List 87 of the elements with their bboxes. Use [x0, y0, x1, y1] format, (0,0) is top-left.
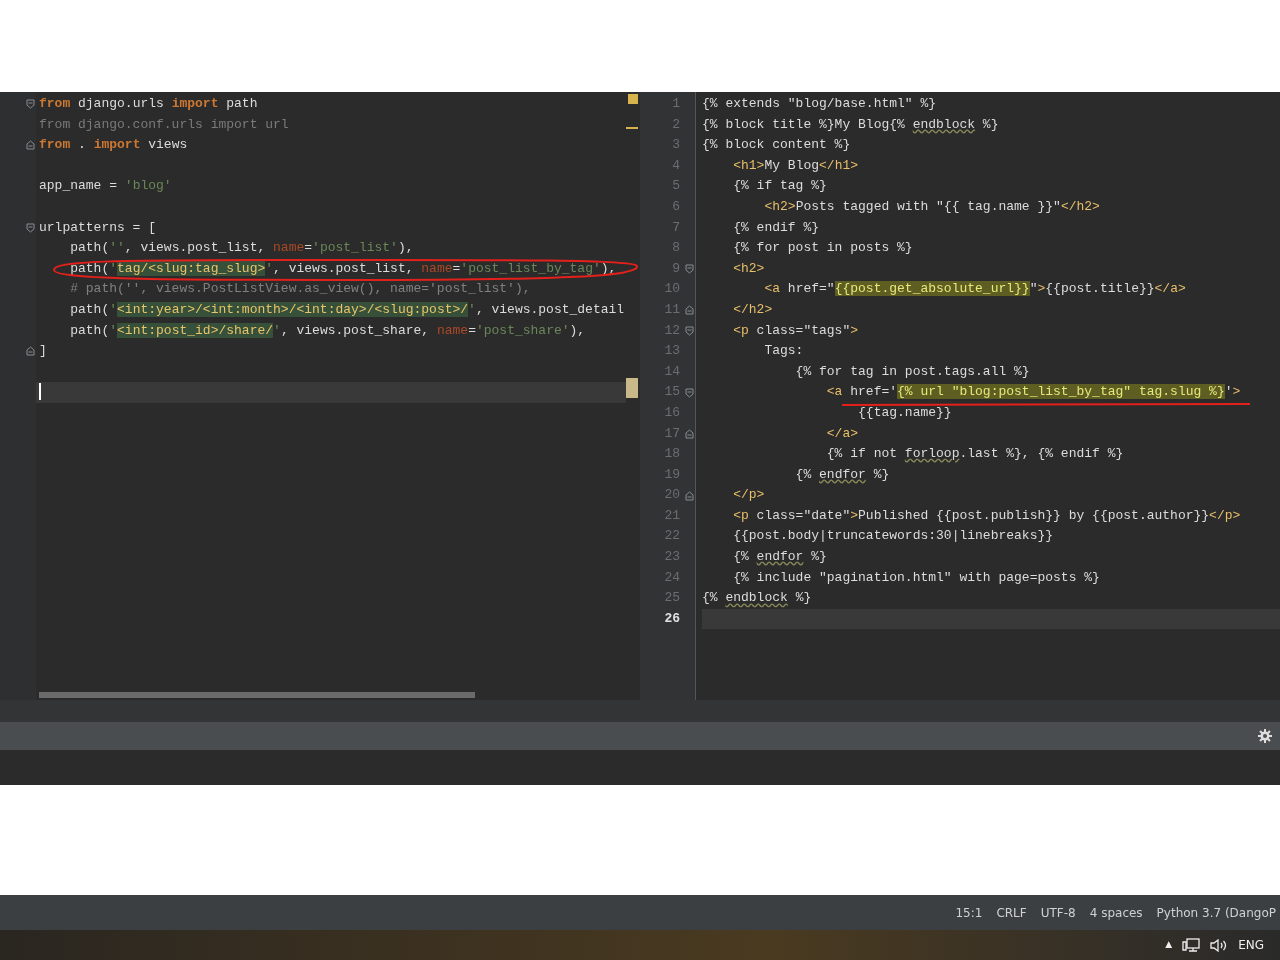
code-line: path('', views.post_list, name='post_list'), [69, 239, 414, 258]
show-hidden-icons-icon[interactable]: ▲ [1165, 938, 1173, 952]
code-line: {% block title %}My Blog{% endblock %} [702, 115, 999, 134]
line-number: 3 [671, 136, 680, 155]
code-line: urlpatterns = [ [38, 218, 157, 237]
code-line: <p class="date">Published {{post.publish}} by {{post.author}}</p> [732, 506, 1241, 525]
code-line: Tags: [763, 342, 804, 361]
code-line: # path('', views.PostListView.as_view(), name='post_list'), [69, 280, 531, 299]
code-line: path('tag/<slug:tag_slug>', views.post_list, name='post_list_by_tag'), [69, 259, 617, 278]
status-bar-item[interactable]: UTF-8 [1040, 903, 1076, 922]
code-line: {% if not forloop.last %}, {% endif %} [825, 445, 1124, 464]
line-number: 22 [663, 527, 680, 546]
line-number: 10 [663, 280, 680, 299]
code-line: </a> [825, 424, 859, 443]
code-line: {% for post in posts %} [732, 239, 913, 258]
code-line: {% endfor %} [732, 548, 827, 567]
line-number: 19 [663, 465, 680, 484]
status-bar-item[interactable]: 15:1 [955, 903, 983, 922]
settings-icon[interactable] [1258, 729, 1272, 743]
line-number: 16 [663, 403, 680, 422]
code-line: path('<int:post_id>/share/', views.post_share, name='post_share'), [69, 321, 586, 340]
line-number: 8 [671, 239, 680, 258]
line-number: 7 [671, 218, 680, 237]
line-number: 25 [663, 589, 680, 608]
fold-close-icon[interactable] [685, 305, 694, 316]
code-line: app_name = 'blog' [38, 177, 172, 196]
fold-open-icon[interactable] [26, 99, 35, 110]
line-number: 9 [671, 259, 680, 278]
code-line: <h2> [732, 259, 765, 278]
line-number: 2 [671, 115, 680, 134]
line-number: 21 [663, 506, 680, 525]
fold-open-icon[interactable] [685, 264, 694, 275]
fold-open-icon[interactable] [26, 222, 35, 233]
line-number: 12 [663, 321, 680, 340]
error-stripe-marker[interactable] [626, 127, 638, 129]
line-number: 17 [663, 424, 680, 443]
line-number: 23 [663, 548, 680, 567]
code-line: {% endblock %} [702, 589, 812, 608]
code-line: <p class="tags"> [732, 321, 859, 340]
code-line: </h2> [732, 300, 773, 319]
code-line: <h1>My Blog</h1> [732, 156, 859, 175]
code-line: {{tag.name}} [857, 403, 952, 422]
code-line: {% include "pagination.html" with page=posts %} [732, 568, 1100, 587]
line-number: 13 [663, 342, 680, 361]
line-number: 11 [663, 300, 680, 319]
fold-close-icon[interactable] [26, 140, 35, 151]
status-bar-item[interactable]: Python 3.7 (DangoP [1156, 903, 1276, 922]
code-line: path('<int:year>/<int:month>/<int:day>/<slug:post>/', views.post_detail, [69, 300, 626, 319]
line-number: 18 [663, 445, 680, 464]
line-number: 26 [663, 609, 680, 628]
line-number: 14 [663, 362, 680, 381]
code-line: {% endif %} [732, 218, 820, 237]
fold-close-icon[interactable] [685, 490, 694, 501]
code-line: {% if tag %} [732, 177, 827, 196]
code-line: <h2>Posts tagged with "{{ tag.name }}"</h2> [763, 197, 1100, 216]
code-line: {% for tag in post.tags.all %} [794, 362, 1030, 381]
line-number: 5 [671, 177, 680, 196]
error-stripe-marker[interactable] [628, 94, 638, 104]
text-cursor [39, 383, 41, 401]
line-number: 20 [663, 486, 680, 505]
code-line: {{post.body|truncatewords:30|linebreaks}} [732, 527, 1054, 546]
code-line: </p> [732, 486, 765, 505]
line-number: 1 [671, 95, 680, 113]
fold-close-icon[interactable] [685, 428, 694, 439]
line-number: 15 [663, 383, 680, 402]
line-number: 24 [663, 568, 680, 587]
fold-close-icon[interactable] [26, 346, 35, 357]
fold-open-icon[interactable] [685, 325, 694, 336]
speaker-icon[interactable] [1210, 937, 1229, 953]
status-bar-item[interactable]: 4 spaces [1089, 903, 1143, 922]
status-bar-item[interactable]: CRLF [996, 903, 1027, 922]
network-icon[interactable] [1182, 937, 1201, 953]
code-line: ] [38, 342, 47, 361]
code-line: from django.conf.urls import url [38, 115, 289, 134]
line-number: 4 [671, 156, 680, 175]
code-line: <a href="{{post.get_absolute_url}}">{{post.title}}</a> [763, 280, 1186, 299]
code-line: {% extends "blog/base.html" %} [702, 95, 937, 113]
code-line: <a href='{% url "blog:post_list_by_tag" tag.slug %}'> [825, 383, 1241, 402]
code-line: from django.urls import path [38, 95, 258, 113]
code-line: {% block content %} [702, 136, 851, 155]
input-language-indicator[interactable]: ENG [1238, 936, 1264, 954]
code-line: {% endfor %} [794, 465, 890, 484]
horizontal-scrollbar[interactable] [39, 692, 475, 698]
fold-open-icon[interactable] [685, 387, 694, 398]
error-stripe-marker[interactable] [626, 378, 638, 398]
code-line: from . import views [38, 136, 188, 155]
line-number: 6 [671, 197, 680, 216]
